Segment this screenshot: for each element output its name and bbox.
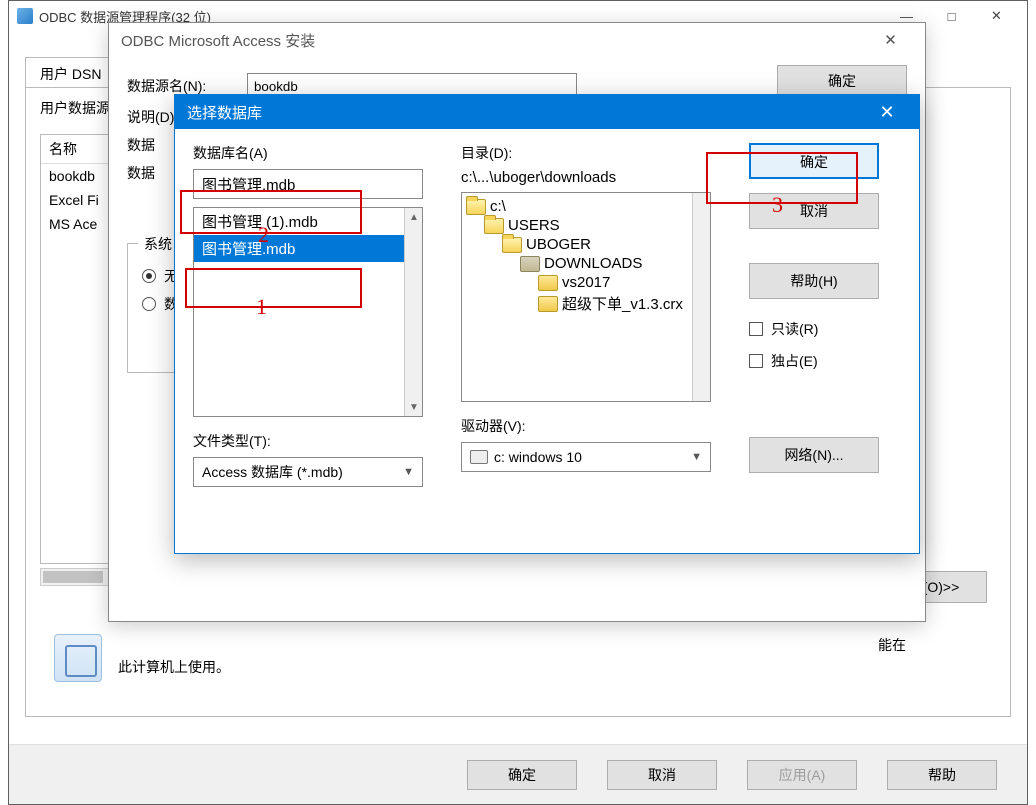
readonly-checkbox[interactable]: 只读(R) <box>749 319 909 339</box>
exclusive-label: 独占(E) <box>771 351 818 371</box>
tree-item[interactable]: 超级下单_v1.3.crx <box>462 292 710 315</box>
tree-item[interactable]: UBOGER <box>462 235 710 254</box>
close-button[interactable]: ✕ <box>974 1 1019 31</box>
list-item-selected[interactable]: 图书管理.mdb <box>194 235 422 262</box>
seldb-ok-button[interactable]: 确定 <box>749 143 879 179</box>
info-panel: 能在 此计算机上使用。 <box>54 634 906 682</box>
ok-button[interactable]: 确定 <box>467 760 577 790</box>
readonly-label: 只读(R) <box>771 319 818 339</box>
help-button[interactable]: 帮助 <box>887 760 997 790</box>
cancel-button[interactable]: 取消 <box>607 760 717 790</box>
filetype-label: 文件类型(T): <box>193 431 443 451</box>
drive-label: 驱动器(V): <box>461 416 731 436</box>
folder-current-icon <box>520 256 540 272</box>
seldb-titlebar[interactable]: 选择数据库 ✕ <box>175 95 919 129</box>
directory-label: 目录(D): <box>461 143 731 163</box>
setup-title: ODBC Microsoft Access 安装 <box>121 30 315 51</box>
folder-closed-icon <box>538 296 558 312</box>
folder-open-icon <box>466 199 486 215</box>
seldb-title: 选择数据库 <box>187 102 262 123</box>
system-db-fieldset-label: 系统 <box>138 234 178 254</box>
network-button[interactable]: 网络(N)... <box>749 437 879 473</box>
close-icon[interactable]: ✕ <box>867 97 907 127</box>
scroll-down-icon[interactable]: ▼ <box>405 398 423 416</box>
drive-value: c: windows 10 <box>494 449 582 465</box>
folder-open-icon <box>502 237 522 253</box>
info-text-line2: 此计算机上使用。 <box>118 656 906 678</box>
drive-icon <box>470 450 488 464</box>
odbc-app-icon <box>17 8 33 24</box>
file-listbox[interactable]: 图书管理 (1).mdb 图书管理.mdb ▲ ▼ <box>193 207 423 417</box>
select-database-dialog: 选择数据库 ✕ 数据库名(A) 图书管理 (1).mdb 图书管理.mdb ▲ … <box>174 94 920 554</box>
seldb-help-button[interactable]: 帮助(H) <box>749 263 879 299</box>
seldb-cancel-button[interactable]: 取消 <box>749 193 879 229</box>
folder-closed-icon <box>538 275 558 291</box>
tab-user-dsn[interactable]: 用户 DSN <box>25 57 116 90</box>
main-button-bar: 确定 取消 应用(A) 帮助 <box>9 744 1027 804</box>
radio-icon <box>142 269 156 283</box>
list-item[interactable]: 图书管理 (1).mdb <box>194 208 422 235</box>
filetype-value: Access 数据库 (*.mdb) <box>202 462 343 482</box>
close-icon[interactable]: ✕ <box>868 25 913 55</box>
vertical-scrollbar[interactable] <box>692 193 710 401</box>
tree-item[interactable]: USERS <box>462 216 710 235</box>
tree-item[interactable]: DOWNLOADS <box>462 254 710 273</box>
folder-open-icon <box>484 218 504 234</box>
checkbox-icon <box>749 322 763 336</box>
vertical-scrollbar[interactable]: ▲ ▼ <box>404 208 422 416</box>
dsn-label: 数据源名(N): <box>127 76 247 96</box>
exclusive-checkbox[interactable]: 独占(E) <box>749 351 909 371</box>
scroll-up-icon[interactable]: ▲ <box>405 208 423 226</box>
radio-icon <box>142 297 156 311</box>
tree-item[interactable]: vs2017 <box>462 273 710 292</box>
filetype-combo[interactable]: Access 数据库 (*.mdb) ▼ <box>193 457 423 487</box>
directory-tree[interactable]: c:\ USERS UBOGER DOWNLOADS vs2017 超级下单_v… <box>461 192 711 402</box>
chevron-down-icon: ▼ <box>691 451 702 463</box>
checkbox-icon <box>749 354 763 368</box>
dbname-label: 数据库名(A) <box>193 143 443 163</box>
setup-titlebar: ODBC Microsoft Access 安装 ✕ <box>109 23 925 57</box>
chevron-down-icon: ▼ <box>403 466 414 478</box>
maximize-button[interactable]: □ <box>929 1 974 31</box>
setup-ok-button[interactable]: 确定 <box>777 65 907 97</box>
info-text-tail: 能在 <box>118 634 906 656</box>
dbname-input[interactable] <box>193 169 423 199</box>
drive-combo[interactable]: c: windows 10 ▼ <box>461 442 711 472</box>
apply-button: 应用(A) <box>747 760 857 790</box>
tree-item[interactable]: c:\ <box>462 197 710 216</box>
info-icon <box>54 634 102 682</box>
current-path: c:\...\uboger\downloads <box>461 169 731 186</box>
